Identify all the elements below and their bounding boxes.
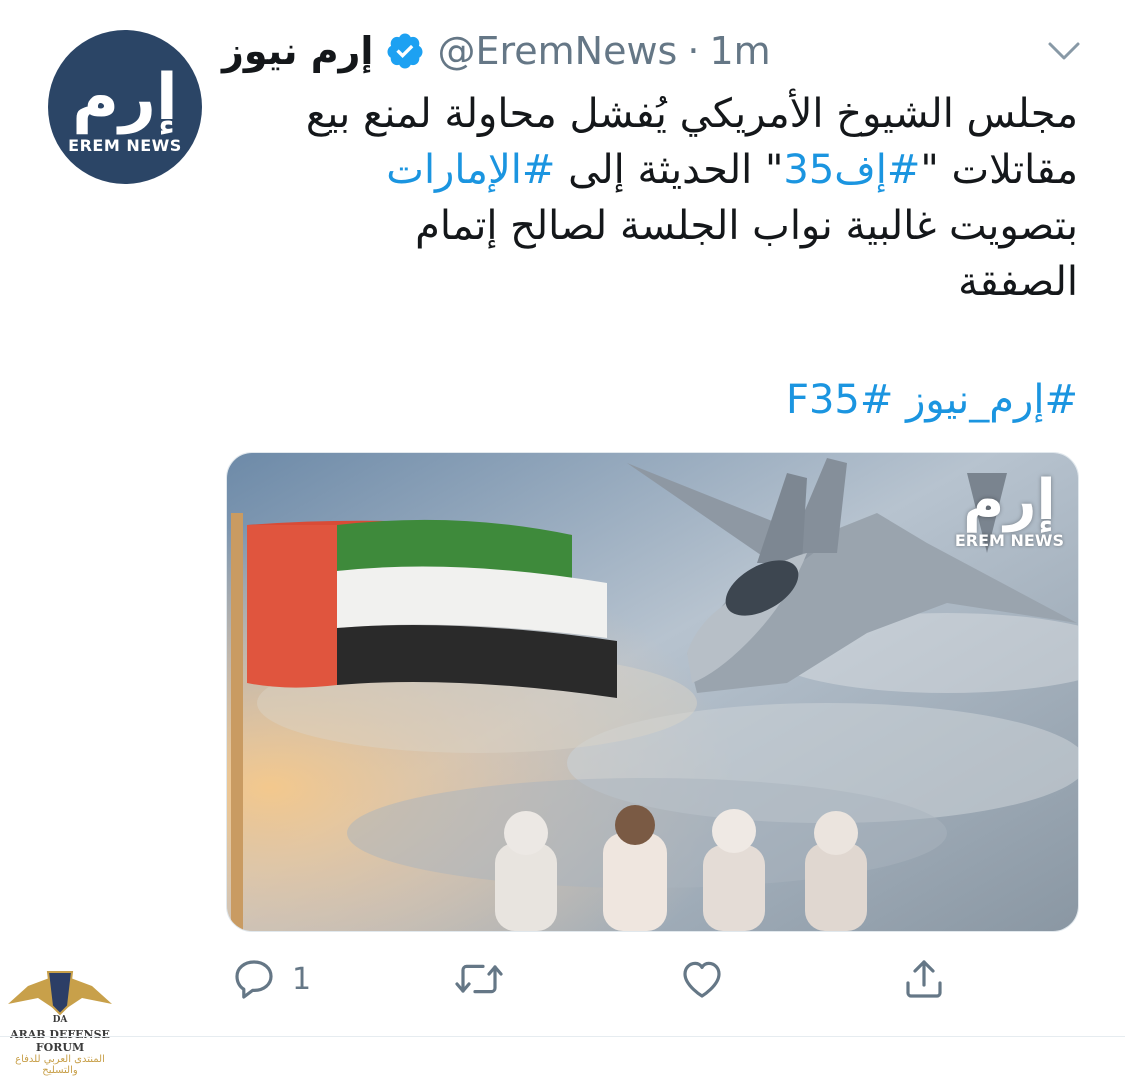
chevron-down-icon[interactable] <box>1044 36 1084 66</box>
svg-text:DA: DA <box>53 1015 69 1024</box>
share-button[interactable] <box>900 955 948 1003</box>
watermark-title: ARAB DEFENSE FORUM <box>10 1028 110 1054</box>
forum-watermark: DA ARAB DEFENSE FORUM المنتدى العربي للد… <box>8 964 112 1076</box>
verified-badge-icon <box>387 33 423 69</box>
tweet-actions: 1 <box>0 955 1125 1015</box>
tweet-media-image[interactable]: إرم EREM NEWS <box>226 452 1079 932</box>
tweet-text-fragment: " الحديثة إلى <box>555 147 784 193</box>
avatar-logo-text: إرم <box>72 60 178 135</box>
media-logo-text: إرم <box>963 468 1056 533</box>
retweet-button[interactable] <box>452 955 506 1003</box>
avatar-logo-sub: EREM NEWS <box>68 135 182 155</box>
hashtag-erem-news[interactable]: #إرم_نيوز <box>906 377 1078 423</box>
tweet-line: مجلس الشيوخ الأمريكي يُفشل محاولة لمنع ب… <box>305 91 1078 137</box>
hashtags-line: #إرم_نيوز #F35 <box>230 372 1078 428</box>
hashtag-emirates[interactable]: #الإمارات <box>386 147 555 193</box>
reply-button[interactable]: 1 <box>230 955 311 1003</box>
reply-count: 1 <box>292 961 312 997</box>
timestamp[interactable]: 1m <box>709 29 770 73</box>
share-icon <box>906 960 942 998</box>
eagle-logo-icon: DA <box>8 971 112 1025</box>
heart-icon <box>683 961 721 998</box>
hashtag-f35-ar[interactable]: #إف35 <box>783 147 920 193</box>
display-name[interactable]: إرم نيوز <box>222 29 373 73</box>
tweet-line: الصفقة <box>958 259 1078 305</box>
media-illustration <box>227 453 1078 931</box>
watermark-subtitle: المنتدى العربي للدفاع والتسليح <box>15 1054 105 1076</box>
media-logo-sub: EREM NEWS <box>954 531 1064 550</box>
tweet-text: مجلس الشيوخ الأمريكي يُفشل محاولة لمنع ب… <box>230 86 1078 310</box>
avatar[interactable]: إرم EREM NEWS <box>48 30 202 184</box>
tweet-line: بتصويت غالبية نواب الجلسة لصالح إتمام <box>415 203 1078 249</box>
divider <box>0 1036 1125 1037</box>
tweet-text-fragment: مقاتلات " <box>920 147 1078 193</box>
media-watermark-logo: إرم EREM NEWS <box>954 468 1064 551</box>
tweet-line: مقاتلات "#إف35" الحديثة إلى #الإمارات <box>230 142 1078 198</box>
retweet-icon <box>455 964 503 994</box>
tweet-header: إرم نيوز @EremNews · 1m <box>222 26 771 76</box>
like-button[interactable] <box>678 955 726 1003</box>
reply-icon <box>235 960 273 999</box>
handle[interactable]: @EremNews <box>437 29 677 73</box>
separator-dot: · <box>687 29 700 73</box>
hashtag-f35[interactable]: #F35 <box>786 377 893 423</box>
